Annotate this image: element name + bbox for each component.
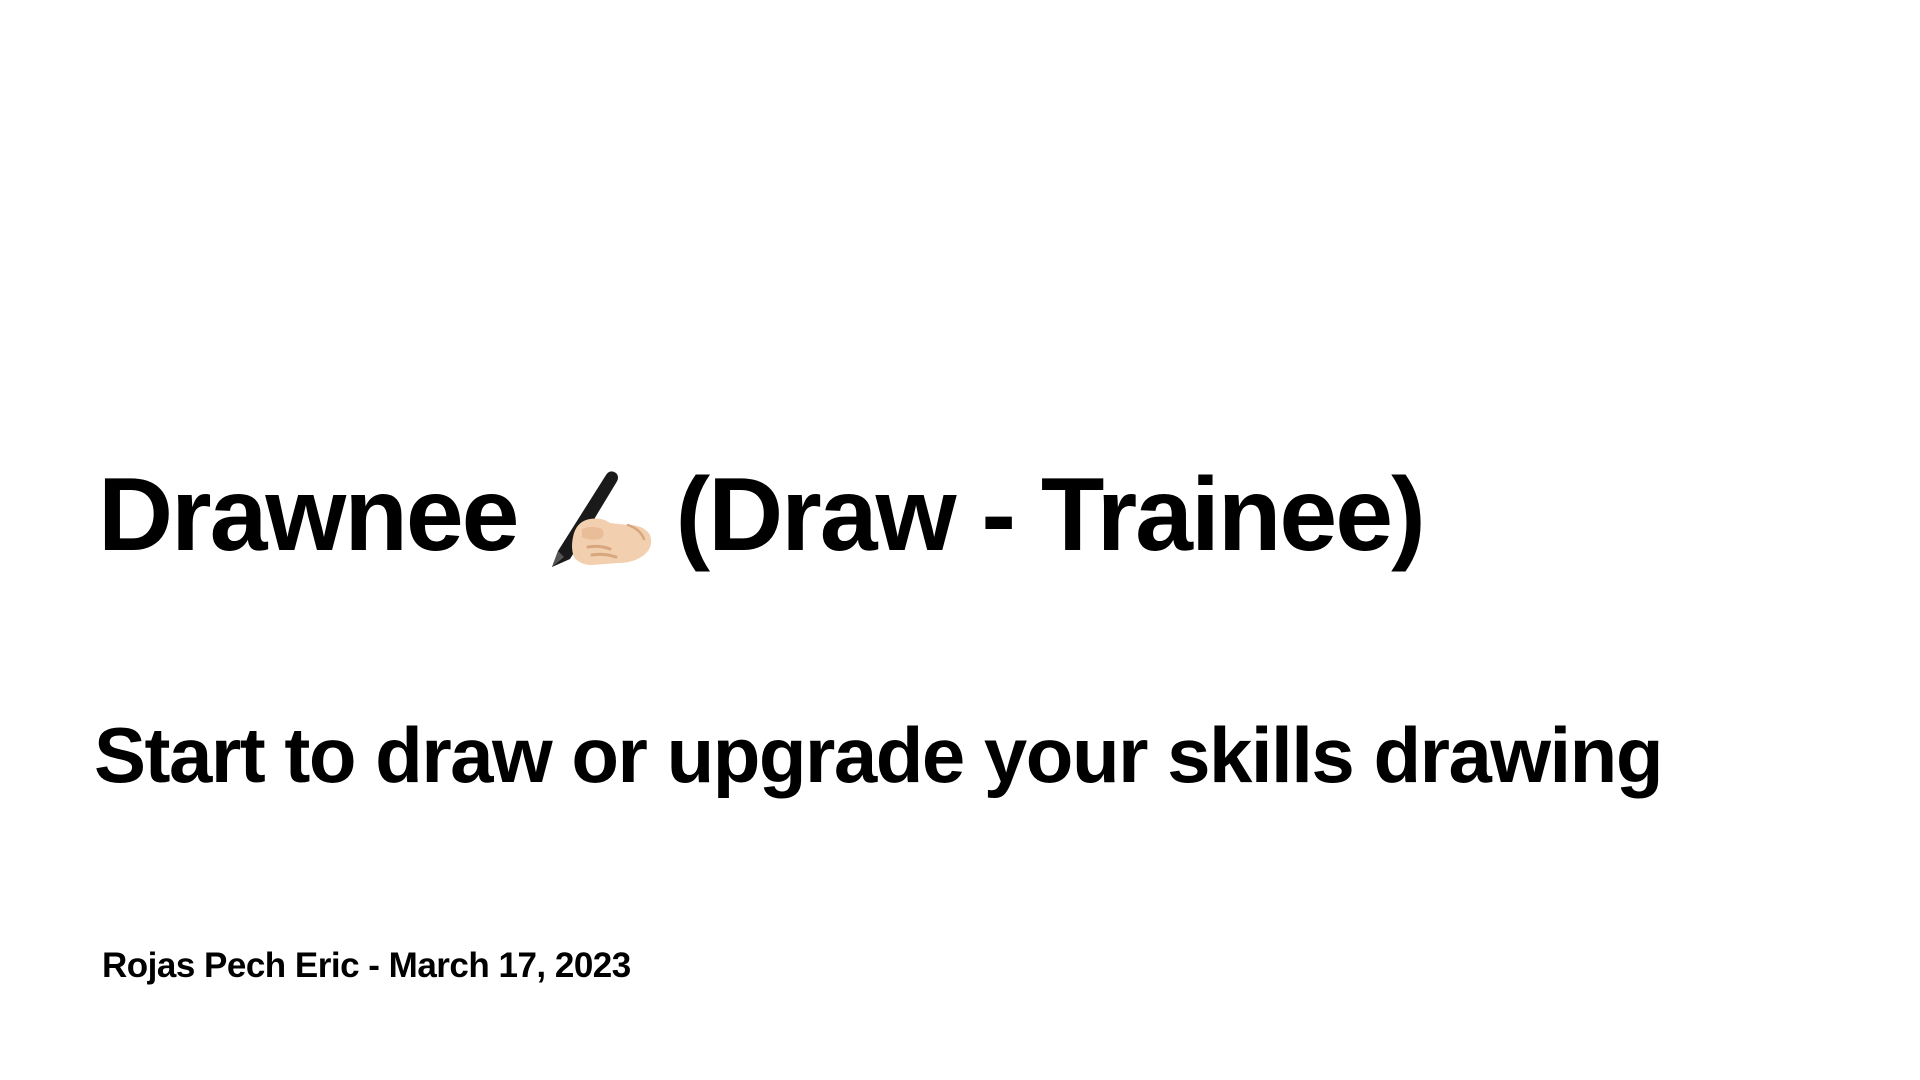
slide-subtitle: Start to draw or upgrade your skills dra… [94,711,1663,799]
author-date-byline: Rojas Pech Eric - March 17, 2023 [102,946,631,985]
title-suffix: (Draw - Trainee) [675,457,1426,573]
slide-title: Drawnee (Draw - Trainee) [98,455,1426,575]
title-prefix: Drawnee [98,457,520,573]
slide: Drawnee (Draw - Trainee) Start to draw o… [0,0,1920,1080]
writing-hand-icon [544,467,656,571]
